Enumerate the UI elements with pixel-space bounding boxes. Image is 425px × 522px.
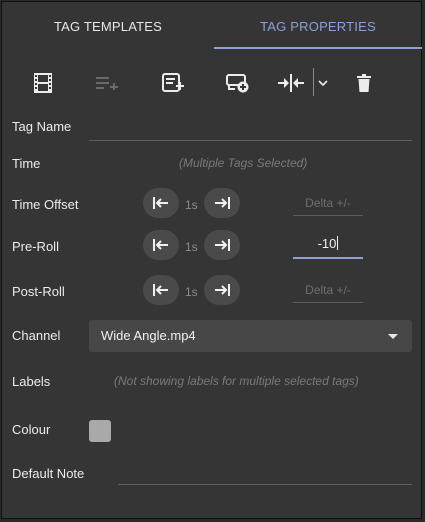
default-note-underline bbox=[118, 484, 412, 485]
time-offset-delta-input[interactable]: Delta +/- bbox=[293, 188, 363, 216]
arrow-right-to-bar-icon bbox=[215, 239, 230, 251]
default-note-label: Default Note bbox=[12, 466, 85, 481]
tab-tag-templates[interactable]: TAG TEMPLATES bbox=[2, 2, 214, 50]
delete-icon bbox=[357, 74, 371, 92]
toolbar-divider bbox=[313, 68, 314, 96]
post-roll-decrease-button[interactable] bbox=[143, 275, 179, 305]
arrow-left-to-bar-icon bbox=[153, 239, 168, 251]
post-roll-unit: 1s bbox=[185, 285, 198, 299]
time-offset-unit: 1s bbox=[185, 198, 198, 212]
merge-icon bbox=[278, 74, 304, 92]
pre-roll-unit: 1s bbox=[185, 240, 198, 254]
time-offset-decrease-button[interactable] bbox=[143, 188, 179, 218]
add-clip-icon bbox=[226, 74, 249, 93]
post-roll-label: Post-Roll bbox=[12, 284, 65, 299]
add-note-button[interactable] bbox=[159, 68, 187, 98]
post-roll-delta-underline bbox=[293, 302, 363, 303]
note-add-icon bbox=[162, 73, 184, 92]
post-roll-delta-input[interactable]: Delta +/- bbox=[293, 275, 363, 303]
pre-roll-value-wrap: -10 bbox=[293, 236, 363, 251]
active-tab-indicator bbox=[214, 47, 422, 49]
add-clip-button[interactable] bbox=[223, 68, 253, 98]
dropdown-arrow-icon bbox=[388, 334, 398, 339]
film-icon bbox=[34, 73, 52, 93]
tag-properties-panel: TAG TEMPLATES TAG PROPERTIES Tag Name Ti… bbox=[1, 1, 422, 519]
tab-tag-properties[interactable]: TAG PROPERTIES bbox=[214, 2, 422, 50]
time-offset-increase-button[interactable] bbox=[204, 188, 240, 218]
arrow-right-to-bar-icon bbox=[215, 197, 230, 209]
time-offset-label: Time Offset bbox=[12, 197, 79, 212]
default-note-input[interactable] bbox=[118, 458, 412, 484]
pre-roll-decrease-button[interactable] bbox=[143, 230, 179, 260]
post-roll-delta-placeholder: Delta +/- bbox=[305, 283, 351, 297]
tag-name-underline bbox=[89, 140, 412, 141]
time-label: Time bbox=[12, 156, 41, 171]
arrow-right-to-bar-icon bbox=[215, 284, 230, 296]
labels-hint: (Not showing labels for multiple selecte… bbox=[114, 374, 359, 388]
delete-button[interactable] bbox=[352, 68, 376, 98]
tag-name-label: Tag Name bbox=[12, 119, 72, 134]
channel-label: Channel bbox=[12, 328, 61, 343]
time-hint: (Multiple Tags Selected) bbox=[179, 156, 308, 170]
pre-roll-focus-underline bbox=[293, 257, 363, 259]
film-button[interactable] bbox=[30, 68, 56, 98]
time-offset-delta-underline bbox=[293, 215, 363, 216]
add-to-list-icon bbox=[96, 77, 118, 90]
arrow-left-to-bar-icon bbox=[153, 197, 168, 209]
pre-roll-increase-button[interactable] bbox=[204, 230, 240, 260]
labels-label: Labels bbox=[12, 374, 51, 389]
add-to-list-button[interactable] bbox=[94, 68, 120, 98]
time-offset-delta-placeholder: Delta +/- bbox=[305, 196, 351, 210]
tab-bar: TAG TEMPLATES TAG PROPERTIES bbox=[2, 2, 422, 50]
chevron-down-icon bbox=[318, 80, 328, 86]
merge-button[interactable] bbox=[276, 68, 306, 98]
pre-roll-value: -10 bbox=[317, 236, 337, 251]
arrow-left-to-bar-icon bbox=[153, 284, 168, 296]
merge-options-button[interactable] bbox=[316, 68, 330, 98]
channel-select[interactable]: Wide Angle.mp4 bbox=[89, 320, 412, 352]
pre-roll-label: Pre-Roll bbox=[12, 239, 59, 254]
channel-value: Wide Angle.mp4 bbox=[101, 328, 196, 343]
colour-swatch[interactable] bbox=[89, 420, 111, 442]
colour-label: Colour bbox=[12, 422, 51, 437]
text-caret bbox=[337, 236, 339, 250]
pre-roll-delta-input[interactable]: -10 bbox=[293, 230, 363, 260]
tag-name-input[interactable] bbox=[89, 114, 412, 140]
post-roll-increase-button[interactable] bbox=[204, 275, 240, 305]
